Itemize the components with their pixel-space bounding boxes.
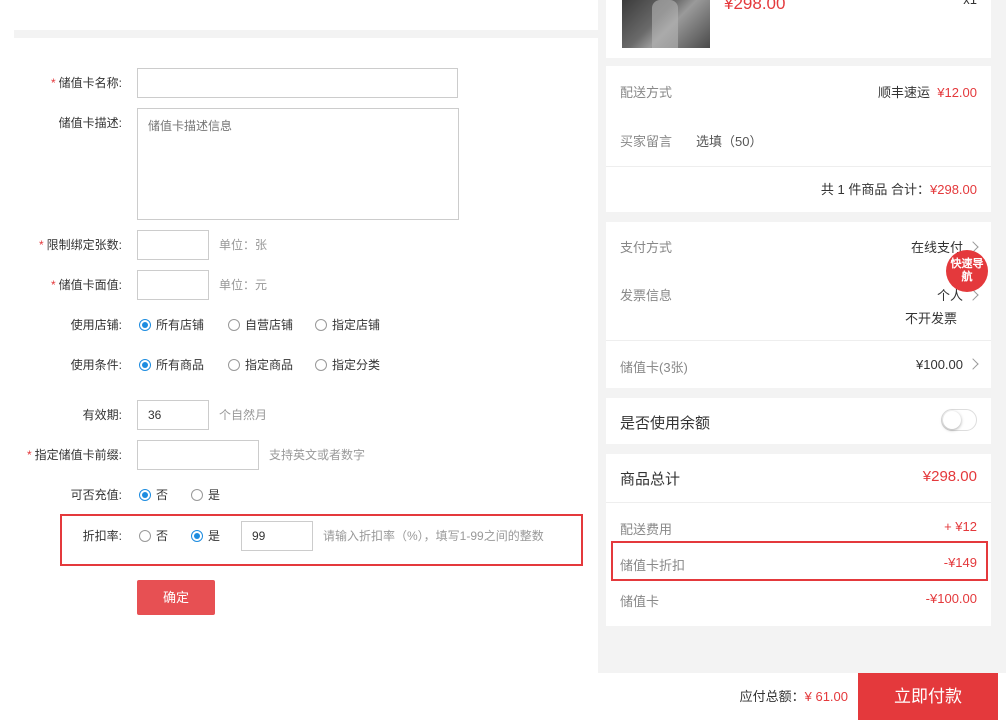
use-condition-label: 使用条件: xyxy=(70,358,122,372)
radio-specified-stores[interactable]: 指定店铺 xyxy=(315,310,380,340)
card-desc-label: 储值卡描述: xyxy=(58,116,122,130)
radio-discount-no[interactable]: 否 xyxy=(139,521,168,551)
product-card: ¥298.00 x1 xyxy=(606,0,991,58)
face-value-label: 储值卡面值: xyxy=(58,278,122,292)
radio-unchecked-icon xyxy=(191,489,203,501)
payment-card: 支付方式 在线支付 发票信息 个人 不开发票 储值卡(3张) ¥100.00 xyxy=(606,222,991,388)
chevron-right-icon xyxy=(967,358,979,370)
card-name-label: 储值卡名称: xyxy=(58,76,122,90)
product-qty: x1 xyxy=(963,0,977,13)
invoice-value-2: 不开发票 xyxy=(904,311,957,326)
discount-rate-input[interactable] xyxy=(241,521,313,551)
radio-checked-icon xyxy=(139,319,151,331)
shipping-fee-label: 配送费用 xyxy=(620,522,673,537)
shipping-method-value[interactable]: 顺丰速运 ¥12.00 xyxy=(878,82,977,101)
radio-specified-category[interactable]: 指定分类 xyxy=(315,350,380,380)
goods-total-value: ¥298.00 xyxy=(922,468,977,485)
row-discount-rate: 折扣率: 否 是 请输入折扣率（%），填写1-99之间的整数 xyxy=(0,521,598,551)
use-balance-toggle[interactable] xyxy=(941,409,977,431)
row-use-store: 使用店铺: 所有店铺 自营店铺 指定店铺 xyxy=(0,310,598,340)
balance-card: 是否使用余额 xyxy=(606,398,991,444)
radio-unchecked-icon xyxy=(139,530,151,542)
card-name-input[interactable] xyxy=(137,68,458,98)
row-rechargeable: 可否充值: 否 是 xyxy=(0,480,598,510)
row-card-prefix: * 指定储值卡前缀: 支持英文或者数字 xyxy=(0,440,598,470)
face-value-input[interactable] xyxy=(137,270,209,300)
card-deduct-label: 储值卡 xyxy=(620,594,660,609)
radio-checked-icon xyxy=(139,489,151,501)
radio-discount-yes[interactable]: 是 xyxy=(191,521,220,551)
radio-unchecked-icon xyxy=(228,359,240,371)
use-store-label: 使用店铺: xyxy=(70,318,122,332)
bind-limit-unit: 单位：张 xyxy=(219,238,268,252)
confirm-button[interactable]: 确定 xyxy=(137,580,215,615)
divider xyxy=(606,502,991,503)
divider xyxy=(606,166,991,167)
shipping-fee-value: + ¥12 xyxy=(944,519,977,534)
bind-limit-label: 限制绑定张数: xyxy=(46,238,122,252)
form-top-divider xyxy=(14,30,598,38)
discount-rate-label: 折扣率: xyxy=(82,529,122,543)
totals-card: 商品总计 ¥298.00 配送费用 + ¥12 储值卡折扣 -¥149 储值卡 … xyxy=(606,454,991,626)
card-desc-textarea[interactable] xyxy=(137,108,459,220)
radio-unchecked-icon xyxy=(228,319,240,331)
radio-checked-icon xyxy=(191,530,203,542)
discount-rate-hint: 请输入折扣率（%），填写1-99之间的整数 xyxy=(323,529,544,543)
card-deduct-value: -¥100.00 xyxy=(925,591,977,606)
radio-unchecked-icon xyxy=(315,359,327,371)
order-summary-panel: ¥298.00 x1 配送方式 顺丰速运 ¥12.00 买家留言 选填（50） … xyxy=(598,0,1006,720)
radio-self-stores[interactable]: 自营店铺 xyxy=(228,310,293,340)
face-value-unit: 单位：元 xyxy=(219,278,268,292)
card-prefix-label: 指定储值卡前缀: xyxy=(34,448,122,462)
row-bind-limit: * 限制绑定张数: 单位：张 xyxy=(0,230,598,260)
use-balance-label: 是否使用余额 xyxy=(620,415,711,432)
buyer-message-input[interactable]: 选填（50） xyxy=(696,131,762,150)
discount-summary-highlight xyxy=(611,541,988,581)
row-validity: 有效期: 个自然月 xyxy=(0,400,598,430)
total-due: 应付总额：¥ 61.00 xyxy=(739,689,848,704)
rechargeable-label: 可否充值: xyxy=(70,488,122,502)
row-card-name: * 储值卡名称: xyxy=(0,68,598,98)
radio-recharge-no[interactable]: 否 xyxy=(139,480,168,510)
required-mark: * xyxy=(50,76,56,90)
validity-unit: 个自然月 xyxy=(219,408,268,422)
required-mark: * xyxy=(50,278,56,292)
required-mark: * xyxy=(38,238,44,252)
radio-unchecked-icon xyxy=(315,319,327,331)
card-prefix-input[interactable] xyxy=(137,440,259,470)
row-card-desc: 储值卡描述: xyxy=(0,108,598,220)
subtotal: 共 1 件商品 合计：¥298.00 xyxy=(820,182,977,197)
shipping-card: 配送方式 顺丰速运 ¥12.00 买家留言 选填（50） 共 1 件商品 合计：… xyxy=(606,66,991,212)
stored-card-value[interactable]: ¥100.00 xyxy=(916,357,979,372)
required-mark: * xyxy=(26,448,32,462)
pay-now-button[interactable]: 立即付款 xyxy=(858,673,998,720)
product-price: ¥298.00 xyxy=(724,0,786,13)
radio-all-goods[interactable]: 所有商品 xyxy=(139,350,204,380)
quick-nav-button[interactable]: 快速导航 xyxy=(946,250,988,292)
card-prefix-hint: 支持英文或者数字 xyxy=(269,448,366,462)
validity-input[interactable] xyxy=(137,400,209,430)
bind-limit-input[interactable] xyxy=(137,230,209,260)
buyer-message-label: 买家留言 xyxy=(620,134,673,149)
product-image[interactable] xyxy=(622,0,710,48)
radio-checked-icon xyxy=(139,359,151,371)
invoice-label: 发票信息 xyxy=(620,288,673,303)
radio-specified-goods[interactable]: 指定商品 xyxy=(228,350,293,380)
row-use-condition: 使用条件: 所有商品 指定商品 指定分类 xyxy=(0,350,598,380)
radio-recharge-yes[interactable]: 是 xyxy=(191,480,220,510)
validity-label: 有效期: xyxy=(82,408,122,422)
radio-all-stores[interactable]: 所有店铺 xyxy=(139,310,204,340)
row-face-value: * 储值卡面值: 单位：元 xyxy=(0,270,598,300)
stored-value-card-form: *储值卡名称: 储值卡描述: *限制绑定张数: 单位：张 *储值卡面值: 单位：… xyxy=(0,0,598,720)
divider xyxy=(606,340,991,341)
